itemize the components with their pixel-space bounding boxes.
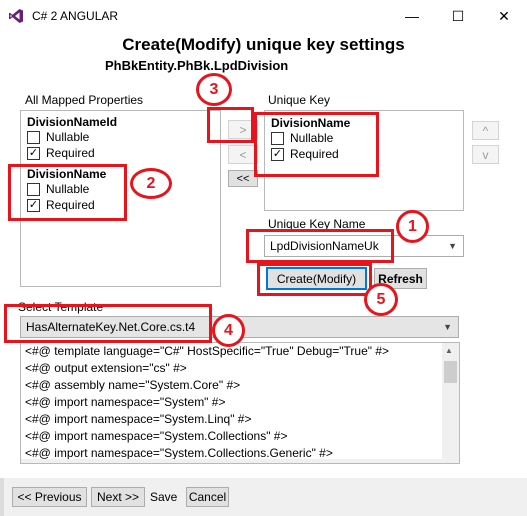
window-title: C# 2 ANGULAR: [32, 9, 119, 23]
property-name: DivisionNameId: [27, 115, 118, 129]
annotation-box-3: [207, 107, 254, 143]
scrollbar-thumb[interactable]: [444, 361, 457, 383]
maximize-icon: ☐: [451, 7, 465, 24]
save-button[interactable]: Save: [150, 490, 177, 504]
visual-studio-icon: [8, 8, 24, 24]
code-line: <#@ output extension="cs" #>: [25, 361, 187, 375]
annotation-box-unique: [254, 112, 379, 177]
nullable-checkbox[interactable]: [27, 130, 40, 144]
required-checkbox[interactable]: ✓: [27, 146, 40, 160]
annotation-marker-3: 3: [196, 73, 232, 106]
page-title: Create(Modify) unique key settings: [122, 35, 405, 54]
chevron-down-icon: ▼: [443, 322, 452, 332]
minimize-button[interactable]: —: [389, 0, 435, 32]
unique-key-label: Unique Key: [268, 93, 331, 107]
nullable-label: Nullable: [46, 130, 90, 144]
chevron-down-icon: ▼: [448, 241, 457, 251]
code-line: <#@ template language="C#" HostSpecific=…: [25, 344, 390, 358]
previous-button[interactable]: << Previous: [12, 487, 87, 507]
maximize-button[interactable]: ☐: [435, 0, 481, 32]
close-icon: ✕: [498, 7, 510, 24]
code-line: <#@ assembly name="System.Core" #>: [25, 378, 241, 392]
annotation-box-4: [4, 304, 212, 343]
horizontal-scrollbar[interactable]: [21, 459, 459, 463]
annotation-marker-5: 5: [364, 283, 398, 316]
annotation-box-2: [8, 164, 127, 221]
code-line: <#@ import namespace="System" #>: [25, 395, 226, 409]
code-line: <#@ import namespace="System.Collections…: [25, 429, 288, 443]
template-code-editor[interactable]: <#@ template language="C#" HostSpecific=…: [20, 342, 460, 464]
required-label: Required: [46, 146, 95, 160]
code-lines: <#@ template language="C#" HostSpecific=…: [25, 343, 390, 463]
required-option[interactable]: ✓ Required: [27, 145, 117, 161]
move-up-button[interactable]: ^: [472, 121, 499, 140]
mapped-properties-label: All Mapped Properties: [25, 93, 144, 107]
annotation-marker-4: 4: [212, 314, 245, 347]
annotation-box-5: [257, 263, 372, 296]
annotation-marker-1: 1: [396, 210, 429, 243]
move-down-button[interactable]: v: [472, 145, 499, 164]
nullable-option[interactable]: Nullable: [27, 129, 117, 145]
left-edge-strip: [0, 478, 4, 516]
code-line: <#@ import namespace="System.Linq" #>: [25, 412, 252, 426]
minimize-icon: —: [405, 8, 419, 24]
vertical-scrollbar[interactable]: ▲: [442, 343, 459, 463]
close-button[interactable]: ✕: [481, 0, 527, 32]
next-button[interactable]: Next >>: [91, 487, 145, 507]
annotation-box-1: [246, 229, 394, 263]
mapped-property-item[interactable]: DivisionNameId Nullable ✓ Required: [27, 115, 117, 161]
cancel-button[interactable]: Cancel: [186, 487, 229, 507]
scroll-up-icon[interactable]: ▲: [445, 346, 453, 355]
entity-subtitle: PhBkEntity.PhBk.LpdDivision: [105, 58, 289, 73]
annotation-marker-2: 2: [130, 168, 172, 199]
